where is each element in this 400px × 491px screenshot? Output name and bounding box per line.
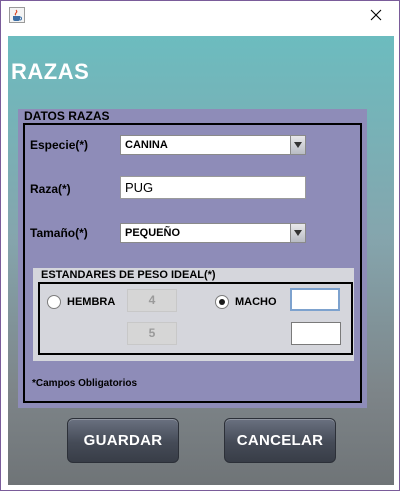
- peso-ideal-panel: ESTANDARES DE PESO IDEAL(*) HEMBRA 4 5 M…: [33, 268, 354, 361]
- hembra-label: HEMBRA: [67, 296, 116, 308]
- raza-label: Raza(*): [30, 182, 71, 196]
- title-bar: [1, 1, 399, 32]
- cancel-button[interactable]: CANCELAR: [224, 418, 336, 463]
- hembra-max-field[interactable]: 5: [127, 322, 177, 345]
- macho-radio[interactable]: [215, 295, 229, 309]
- especie-label: Especie(*): [30, 138, 89, 152]
- chevron-down-icon[interactable]: [290, 136, 305, 154]
- close-button[interactable]: [353, 1, 399, 32]
- macho-min-field[interactable]: [290, 288, 340, 311]
- hembra-min-field[interactable]: 4: [127, 289, 177, 312]
- peso-ideal-border: HEMBRA 4 5 MACHO: [38, 282, 353, 355]
- chevron-down-icon[interactable]: [290, 224, 305, 242]
- java-cup-icon: [9, 7, 25, 23]
- panel-border: Especie(*) CANINA Raza(*) PUG Tamaño(*) …: [23, 123, 362, 403]
- required-fields-note: *Campos Obligatorios: [32, 378, 138, 389]
- hembra-radio[interactable]: [47, 295, 61, 309]
- page-title: RAZAS: [11, 59, 90, 84]
- raza-field[interactable]: PUG: [120, 176, 306, 199]
- form-content: RAZAS DATOS RAZAS Especie(*) CANINA Raza…: [8, 36, 394, 485]
- save-button[interactable]: GUARDAR: [67, 418, 179, 463]
- peso-ideal-title: ESTANDARES DE PESO IDEAL(*): [41, 269, 216, 281]
- panel-title: DATOS RAZAS: [24, 109, 110, 123]
- close-icon: [370, 8, 382, 26]
- macho-max-field[interactable]: [291, 322, 341, 345]
- macho-label: MACHO: [235, 296, 277, 308]
- tamano-select[interactable]: PEQUEÑO: [120, 223, 306, 243]
- especie-value: CANINA: [125, 139, 168, 151]
- especie-select[interactable]: CANINA: [120, 135, 306, 155]
- datos-razas-panel: DATOS RAZAS Especie(*) CANINA Raza(*) PU…: [18, 109, 367, 408]
- tamano-label: Tamaño(*): [30, 226, 88, 240]
- app-window: RAZAS DATOS RAZAS Especie(*) CANINA Raza…: [0, 0, 400, 491]
- tamano-value: PEQUEÑO: [125, 227, 181, 239]
